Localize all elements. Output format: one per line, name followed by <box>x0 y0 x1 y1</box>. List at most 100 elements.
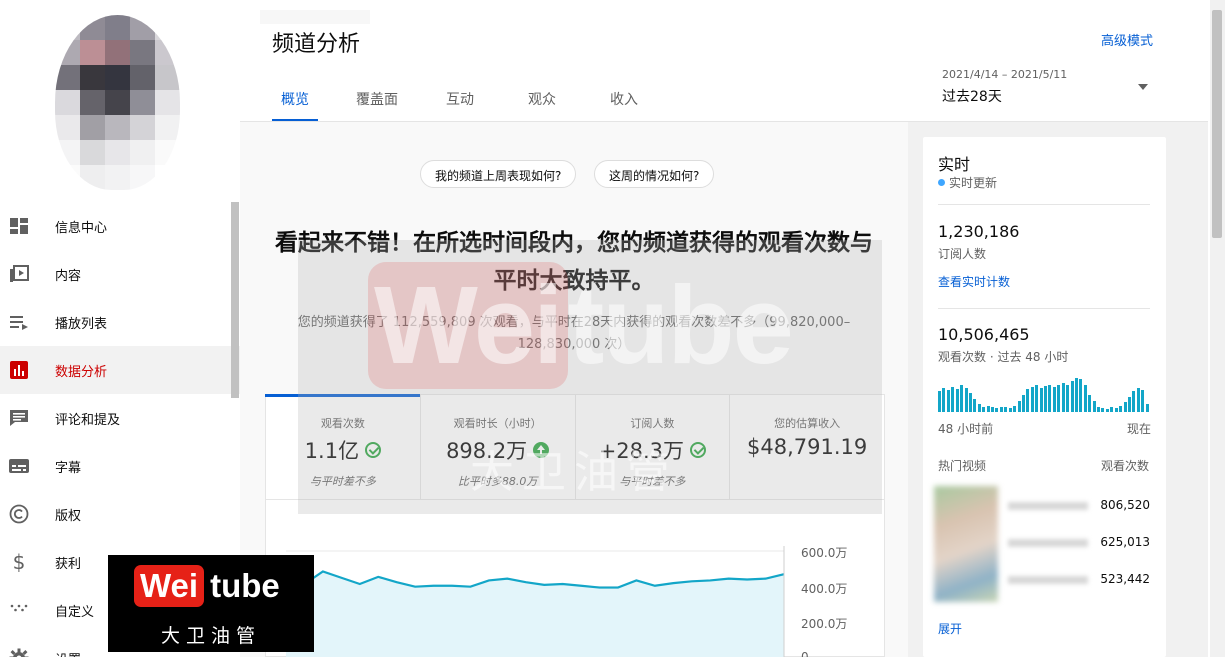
realtime-bar <box>1088 395 1092 412</box>
realtime-bar <box>1008 408 1012 412</box>
avatar-pixel <box>130 40 155 65</box>
chevron-down-icon[interactable] <box>1138 84 1148 90</box>
arrow-up-circle-icon <box>533 442 550 458</box>
realtime-bar <box>1039 388 1043 412</box>
avatar-pixel <box>55 140 80 165</box>
advanced-mode-link[interactable]: 高级模式 <box>1101 30 1153 49</box>
sidebar-item-playlists[interactable]: 播放列表 <box>0 298 240 346</box>
top-video-row[interactable]: 806,520 <box>938 490 1150 522</box>
realtime-bar <box>1101 408 1105 412</box>
date-range-period: 过去28天 <box>942 89 1002 105</box>
metric-subscribers[interactable]: 订阅人数 +28.3万 与平时差不多 <box>576 395 731 499</box>
avatar-pixel <box>55 90 80 115</box>
metric-watch-time[interactable]: 观看时长（小时） 898.2万 比平时多88.0万 <box>421 395 576 499</box>
top-video-row[interactable]: 625,013 <box>938 527 1150 559</box>
realtime-axis-start: 48 小时前 <box>938 422 994 436</box>
top-video-views: 523,442 <box>1100 572 1150 586</box>
y-tick-label: 0 <box>801 650 809 657</box>
tab-reach[interactable]: 覆盖面 <box>356 80 398 122</box>
realtime-axis-end: 现在 <box>1127 422 1152 436</box>
metric-views[interactable]: 观看次数 1.1亿 与平时差不多 <box>265 394 421 499</box>
realtime-bar <box>1070 381 1074 412</box>
realtime-bar <box>1044 386 1047 412</box>
tab-audience[interactable]: 观众 <box>528 80 556 122</box>
metric-revenue[interactable]: 您的估算收入 $48,791.19 <box>730 395 884 499</box>
views-chart-card <box>265 500 885 657</box>
sidebar-scrollbar[interactable] <box>231 202 239 398</box>
see-live-count-link[interactable]: 查看实时计数 <box>938 273 1010 290</box>
playlist-icon <box>8 312 30 332</box>
realtime-bar <box>1048 385 1052 412</box>
tab-overview[interactable]: 概览 <box>272 80 318 122</box>
sidebar-item-analytics[interactable]: 数据分析 <box>0 346 240 394</box>
avatar-pixel <box>55 40 80 65</box>
page-scrollbar-thumb[interactable] <box>1212 10 1222 238</box>
realtime-bar <box>1123 402 1127 412</box>
avatar-pixel <box>130 15 155 40</box>
metric-note: 比平时多88.0万 <box>457 475 538 488</box>
views-chart[interactable] <box>266 500 886 657</box>
sidebar-item-dashboard[interactable]: 信息中心 <box>0 202 240 250</box>
realtime-bar <box>1074 378 1078 412</box>
avatar-pixel <box>105 40 130 65</box>
sidebar-item-subtitles[interactable]: 字幕 <box>0 442 240 490</box>
divider <box>938 308 1150 309</box>
avatar-pixel <box>155 65 180 90</box>
sidebar-item-label: 自定义 <box>55 604 95 620</box>
sidebar-item-content[interactable]: 内容 <box>0 250 240 298</box>
video-library-icon <box>8 264 30 284</box>
y-tick-label: 600.0万 <box>801 546 848 560</box>
metric-note: 与平时差不多 <box>619 475 686 488</box>
avatar-pixel <box>130 65 155 90</box>
top-video-row[interactable]: 523,442 <box>938 564 1150 596</box>
realtime-bar <box>1052 387 1056 412</box>
realtime-bar <box>955 389 959 412</box>
avatar-pixel <box>80 115 105 140</box>
video-title-blurred <box>1008 539 1088 547</box>
realtime-bar <box>973 399 977 412</box>
page-title: 频道分析 <box>272 32 361 57</box>
metric-value: +28.3万 <box>598 439 685 463</box>
realtime-bar <box>986 406 990 412</box>
tab-engagement[interactable]: 互动 <box>446 80 474 122</box>
avatar-pixel <box>105 15 130 40</box>
subtitles-icon <box>8 456 30 476</box>
realtime-bar <box>938 391 941 412</box>
tab-revenue[interactable]: 收入 <box>610 80 638 122</box>
metric-value-row: 898.2万 <box>421 435 575 465</box>
analytics-tabs: 概览 覆盖面 互动 观众 收入 <box>268 80 638 122</box>
realtime-bar <box>964 388 968 412</box>
top-video-views: 625,013 <box>1100 535 1150 549</box>
sidebar-item-label: 获利 <box>55 556 82 572</box>
sidebar-item-comments[interactable]: 评论和提及 <box>0 394 240 442</box>
insight-headline: 看起来不错！在所选时间段内，您的频道获得的观看次数与平时大致持平。 <box>275 230 873 294</box>
date-range-picker[interactable]: 2021/4/14 – 2021/5/11 过去28天 <box>942 68 1067 106</box>
question-chip-last-week[interactable]: 我的频道上周表现如何? <box>420 160 577 188</box>
avatar-pixel <box>155 165 180 190</box>
copyright-icon <box>8 504 30 524</box>
dashboard-icon <box>8 216 30 236</box>
realtime-bar <box>982 407 986 412</box>
realtime-bar <box>1021 395 1025 412</box>
metric-value: 898.2万 <box>446 439 528 463</box>
avatar-pixel <box>80 15 105 40</box>
expand-link[interactable]: 展开 <box>938 620 962 637</box>
avatar-pixel <box>80 40 105 65</box>
avatar-pixel <box>155 40 180 65</box>
sidebar-item-label: 版权 <box>55 508 82 524</box>
avatar-pixel <box>130 165 155 190</box>
logo-wordmark: Wei tube <box>134 565 280 607</box>
avatar-pixel <box>105 115 130 140</box>
realtime-hourly-bars[interactable] <box>938 374 1150 412</box>
realtime-bar <box>1119 406 1123 412</box>
realtime-bar <box>1105 409 1109 412</box>
question-chip-this-week[interactable]: 这周的情况如何? <box>594 160 715 188</box>
dollar-icon: $ <box>12 550 26 574</box>
realtime-bar <box>995 408 999 412</box>
realtime-bar <box>1026 389 1030 412</box>
sidebar-item-copyright[interactable]: 版权 <box>0 490 240 538</box>
realtime-live-indicator: 实时更新 <box>938 174 997 191</box>
channel-avatar[interactable] <box>55 15 180 190</box>
avatar-pixel <box>130 140 155 165</box>
metric-value-row: $48,791.19 <box>730 435 884 459</box>
